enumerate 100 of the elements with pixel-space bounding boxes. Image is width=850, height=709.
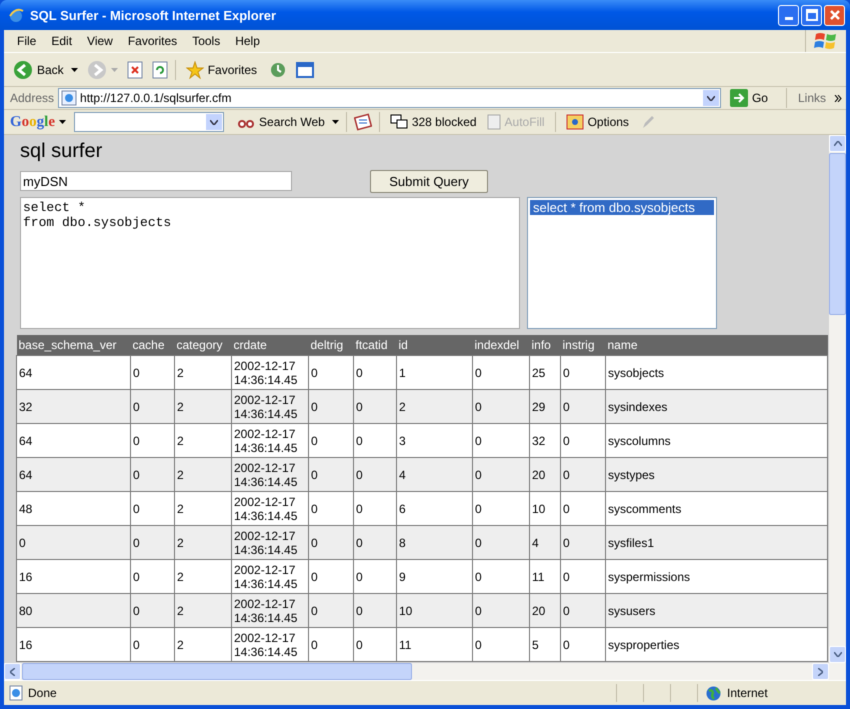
table-cell: 0 [354,594,396,628]
column-header[interactable]: base_schema_ver [16,335,130,356]
zone-label: Internet [727,686,768,700]
column-header[interactable]: info [530,335,560,356]
table-cell: 8 [396,526,472,560]
caret-icon[interactable] [59,120,66,124]
star-icon [186,60,204,78]
close-button[interactable] [824,4,845,26]
table-cell: 25 [530,356,560,390]
form-icon [486,114,501,130]
table-cell: 0 [560,560,606,594]
table-cell: 0 [354,424,396,458]
column-header[interactable]: id [396,335,472,356]
table-cell: sysobjects [606,356,828,390]
table-cell: 6 [396,492,472,526]
history-item[interactable]: select * from dbo.sysobjects [530,200,714,215]
menu-item[interactable]: Tools [185,34,228,48]
table-cell: sysfiles1 [606,526,828,560]
table-cell: 2 [174,390,232,424]
table-cell: 16 [16,560,130,594]
table-cell: 2 [174,356,232,390]
table-cell: 0 [16,526,130,560]
menu-item[interactable]: Edit [44,34,80,48]
table-cell: 0 [308,356,354,390]
table-cell: 10 [530,492,560,526]
table-cell: 0 [308,560,354,594]
table-cell: 0 [130,390,174,424]
column-header[interactable]: ftcatid [354,335,396,356]
table-cell: 32 [530,424,560,458]
minimize-button[interactable] [778,4,799,26]
column-header[interactable]: deltrig [308,335,354,356]
table-cell: systypes [606,458,828,492]
vertical-scrollbar[interactable] [829,135,846,663]
table-cell: 0 [472,594,530,628]
back-button[interactable]: Back [10,60,67,80]
table-cell: 2 [174,492,232,526]
column-header[interactable]: crdate [232,335,308,356]
table-cell: 0 [308,492,354,526]
chevron-icon[interactable] [834,94,842,102]
table-cell: 20 [530,594,560,628]
table-cell: 0 [308,628,354,662]
table-cell: sysindexes [606,390,828,424]
table-cell: 0 [560,424,606,458]
table-cell: 0 [560,458,606,492]
search-web-button[interactable]: Search Web [234,114,328,130]
column-header[interactable]: instrig [560,335,606,356]
minimize-icon [784,17,792,20]
table-cell: 0 [560,526,606,560]
table-cell: 2 [174,526,232,560]
table-cell: 48 [16,492,130,526]
table-cell: 0 [354,458,396,492]
links-button[interactable]: Links [794,91,830,105]
table-cell: 64 [16,356,130,390]
column-header[interactable]: name [606,335,828,356]
query-field[interactable]: select * from dbo.sysobjects [20,197,520,329]
table-cell: 0 [472,628,530,662]
table-cell: 20 [530,458,560,492]
table-cell: 1 [396,356,472,390]
table-cell: 29 [530,390,560,424]
dsn-field[interactable]: myDSN [20,171,292,191]
maximize-icon [806,9,818,21]
table-cell: 0 [560,492,606,526]
table-cell: 64 [16,458,130,492]
globe-icon [706,686,721,700]
browser-icon [8,7,24,23]
menu-item[interactable]: Help [228,34,268,48]
column-header[interactable]: category [174,335,232,356]
table-cell: 0 [354,526,396,560]
address-field[interactable]: http://127.0.0.1/sqlsurfer.cfm [58,88,721,108]
column-header[interactable]: indexdel [472,335,530,356]
news-icon[interactable] [354,113,372,131]
window-icon[interactable] [296,60,314,78]
table-cell: 0 [130,424,174,458]
menu-item[interactable]: View [80,34,121,48]
favorites-button[interactable]: Favorites [182,60,260,78]
maximize-button[interactable] [801,4,822,26]
horizontal-scrollbar[interactable] [4,663,846,680]
search-field[interactable] [74,112,224,132]
table-cell: 0 [472,526,530,560]
caret-icon[interactable] [332,120,339,124]
history-icon[interactable] [269,60,288,78]
table-cell: sysusers [606,594,828,628]
refresh-icon[interactable] [152,60,168,78]
popup-blocker-button[interactable]: 328 blocked [386,114,480,130]
table-cell: 2 [174,458,232,492]
page-icon [8,685,24,701]
menu-item[interactable]: Favorites [120,34,186,48]
stop-icon[interactable] [126,60,143,78]
options-button[interactable]: Options [562,114,632,130]
menu-item[interactable]: File [10,34,44,48]
table-cell: 0 [472,560,530,594]
column-header[interactable]: cache [130,335,174,356]
submit-query-button[interactable]: Submit Query [370,170,488,192]
caret-icon[interactable] [70,68,78,72]
status-text: Done [28,686,58,700]
table-cell: syspermissions [606,560,828,594]
google-logo[interactable]: Google [10,114,56,130]
table-cell: 2 [396,390,472,424]
table-cell: 0 [130,526,174,560]
go-button[interactable]: Go [726,89,771,107]
